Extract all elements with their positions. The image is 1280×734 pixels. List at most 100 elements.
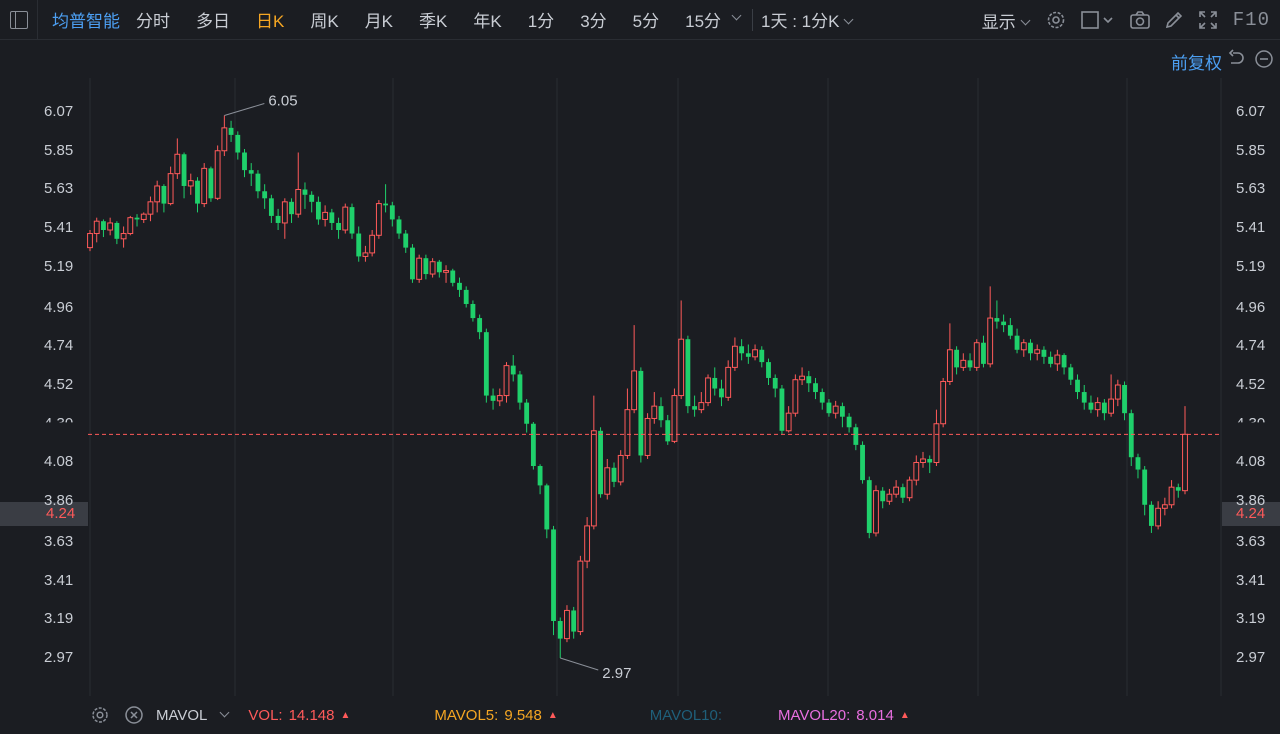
candle-down — [510, 365, 516, 375]
candle-down — [1041, 349, 1047, 357]
candle-up — [617, 454, 624, 483]
candle-down — [329, 212, 335, 223]
indicator-settings-gear-icon[interactable] — [90, 705, 110, 725]
candle-down — [846, 416, 852, 428]
candle-down — [242, 152, 247, 171]
candle-up — [1034, 349, 1041, 354]
low-marker-line — [560, 657, 599, 671]
candle-down — [181, 154, 187, 186]
candle-up — [362, 252, 369, 257]
candle-down — [483, 332, 489, 396]
candle-series — [87, 115, 1188, 658]
candle-down — [423, 258, 429, 275]
candle-down — [880, 490, 886, 502]
candle-down — [356, 233, 362, 257]
pencil-icon[interactable] — [1163, 9, 1185, 31]
fullscreen-icon[interactable] — [1197, 9, 1219, 31]
collapse-minus-icon[interactable] — [1254, 49, 1274, 69]
tab-5min[interactable]: 5分 — [633, 7, 659, 32]
candle-up — [167, 173, 174, 205]
candle-down — [302, 189, 308, 195]
square-chevron-icon[interactable] — [1079, 9, 1117, 31]
tab-1min[interactable]: 1分 — [528, 7, 554, 32]
sidebar-toggle-button[interactable] — [0, 0, 38, 40]
f10-button[interactable]: F10 — [1233, 9, 1270, 31]
candle-up — [987, 317, 994, 365]
candle-down — [309, 194, 315, 202]
candle-down — [457, 282, 462, 290]
candle-up — [886, 493, 893, 502]
candle-down — [463, 289, 469, 304]
tab-multi-day[interactable]: 多日 — [196, 7, 230, 32]
candle-down — [1175, 487, 1181, 491]
candle-down — [195, 180, 200, 204]
candle-down — [1088, 402, 1094, 410]
candle-down — [544, 485, 550, 530]
period-select[interactable]: 1天 : 1分K — [761, 7, 854, 32]
candle-up — [429, 261, 436, 275]
candle-down — [410, 247, 415, 280]
candle-up — [295, 188, 302, 215]
candle-up — [731, 345, 738, 368]
candle-up — [590, 430, 597, 527]
kline-chart-area[interactable]: 6.05 2.97 6.07 5.85 5.63 5.41 5.19 4.96 4.74 4.5… — [0, 78, 1280, 696]
candle-up — [564, 609, 570, 640]
current-price-label-right: 4.24 — [1236, 505, 1266, 522]
tab-yearly-k[interactable]: 年K — [473, 7, 501, 32]
candle-down — [235, 134, 241, 153]
candle-down — [383, 203, 389, 206]
candle-down — [1001, 321, 1007, 326]
candle-down — [396, 219, 402, 234]
adjust-mode-button[interactable]: 前复权 — [1171, 49, 1222, 74]
vol-value: 14.148 — [288, 706, 335, 724]
candle-up — [214, 150, 221, 199]
candle-down — [275, 215, 281, 223]
candle-down — [745, 353, 751, 357]
candle-up — [873, 490, 879, 534]
tab-3min[interactable]: 3分 — [580, 7, 606, 32]
price-tick-left: 5.41 — [44, 219, 74, 237]
candle-up — [1054, 354, 1061, 365]
candle-up — [1161, 504, 1168, 509]
more-periods-chevron-icon[interactable] — [731, 10, 742, 21]
gear-icon[interactable] — [1045, 9, 1067, 31]
stock-name[interactable]: 均普智能 — [52, 7, 120, 32]
indicator-close-icon[interactable] — [124, 705, 144, 725]
tab-quarterly-k[interactable]: 季K — [419, 7, 447, 32]
indicator-name[interactable]: MAVOL — [156, 707, 207, 724]
top-toolbar: 均普智能 分时 多日 日K 周K 月K 季K 年K 1分 3分 5分 15分 1… — [0, 0, 1280, 40]
candle-down — [537, 466, 543, 486]
kline-chart[interactable]: 6.05 2.97 — [0, 78, 1280, 696]
candle-down — [557, 621, 563, 639]
period-select-chevron-icon — [844, 14, 854, 25]
mavol5-value: 9.548 — [504, 706, 542, 724]
candle-up — [147, 201, 154, 215]
candle-up — [933, 423, 940, 463]
candle-up — [1114, 384, 1121, 400]
indicator-chevron-icon[interactable] — [219, 707, 230, 717]
candle-down — [517, 374, 523, 403]
tab-monthly-k[interactable]: 月K — [365, 7, 393, 32]
tab-daily-k[interactable]: 日K — [256, 7, 284, 32]
display-menu[interactable]: 显示 — [982, 8, 1031, 33]
mavol5-up-arrow-icon: ▲ — [547, 709, 558, 721]
candle-down — [712, 377, 718, 389]
candle-up — [893, 486, 900, 495]
candle-down — [759, 349, 765, 363]
price-tick-left: 3.19 — [44, 610, 74, 628]
tab-15min[interactable]: 15分 — [685, 7, 721, 32]
tab-weekly-k[interactable]: 周K — [310, 7, 338, 32]
price-tick-right: 5.41 — [1236, 219, 1266, 237]
candle-down — [665, 420, 671, 442]
candle-down — [766, 362, 771, 378]
candle-down — [524, 402, 530, 424]
tab-intraday[interactable]: 分时 — [136, 7, 170, 32]
candle-up — [624, 409, 631, 456]
display-chevron-icon — [1020, 15, 1031, 25]
price-tick-left: 4.96 — [44, 298, 74, 316]
vol-up-arrow-icon: ▲ — [340, 709, 351, 721]
candle-down — [248, 170, 254, 174]
undo-icon[interactable] — [1226, 49, 1246, 69]
candle-down — [1068, 367, 1074, 380]
camera-icon[interactable] — [1129, 9, 1151, 31]
